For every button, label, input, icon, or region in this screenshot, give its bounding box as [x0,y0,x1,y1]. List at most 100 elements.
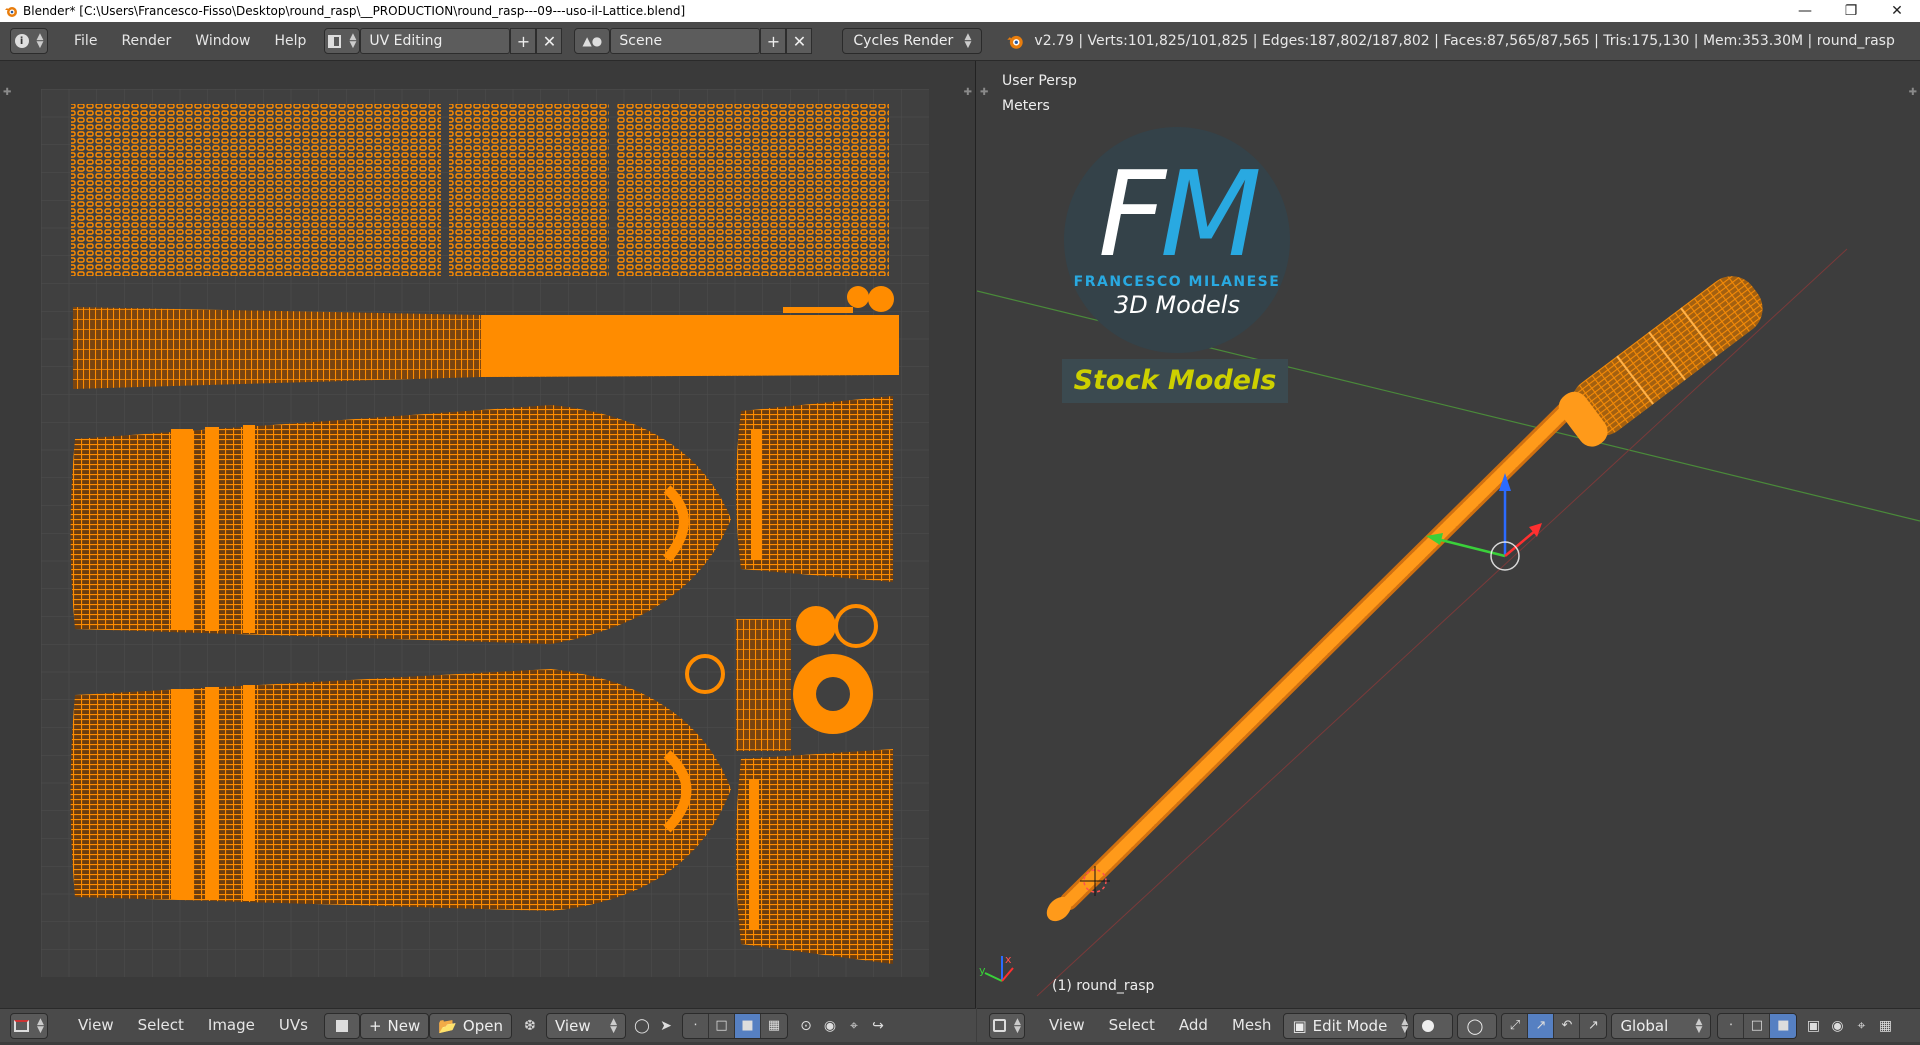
translate-icon[interactable]: ↗ [1528,1013,1555,1038]
face-select-icon[interactable]: ■ [735,1013,761,1038]
shading-dropdown[interactable] [1413,1012,1454,1039]
info-header: i ▲ ▼ File Render Window Help ▲ ▼ UV Editi… [0,22,1920,61]
manipulator-toggle-icon[interactable]: ⤢ [1502,1013,1529,1038]
uv-menu-image[interactable]: Image [196,1006,267,1045]
view-mode-label: View [555,1016,591,1035]
image-browse-icon [335,1019,348,1032]
sync-selection-icon[interactable]: ◯ [630,1014,654,1038]
pivot-dropdown[interactable]: ◯ [1457,1012,1498,1039]
face-mode-icon[interactable]: ■ [1770,1013,1797,1038]
window-title: Blender* [C:\Users\Francesco-Fisso\Deskt… [23,4,686,18]
uv-image-editor[interactable]: ✚ ✚ [0,61,976,1008]
snap-target-icon[interactable]: ▦ [1873,1014,1897,1038]
uv-menu-uvs[interactable]: UVs [267,1006,320,1045]
browse-image-button[interactable] [323,1012,360,1039]
rotate-icon[interactable]: ↶ [1554,1013,1581,1038]
delete-screen-icon[interactable]: ✕ [536,28,563,54]
scene-statistics: v2.79 | Verts:101,825/101,825 | Edges:18… [1034,33,1895,49]
vp-menu-add[interactable]: Add [1167,1006,1220,1045]
uv-canvas[interactable] [41,89,929,977]
editor-type-info-button[interactable]: i ▲ ▼ [10,28,48,54]
island-select-icon[interactable]: ▦ [761,1014,787,1038]
minimize-icon[interactable]: — [1782,0,1828,22]
viewport-header: ▲ ▼ View Select Add Mesh ▣ Edit Mode ▲ ▼ ◯… [977,1008,1920,1042]
edge-select-icon[interactable]: □ [709,1013,735,1038]
logo-banner: Stock Models [1062,359,1288,403]
editor-type-3d-button[interactable]: ▲ ▼ [989,1012,1025,1039]
vp-menu-mesh[interactable]: Mesh [1220,1006,1284,1045]
axis-x-label: x [1005,953,1012,966]
menu-file[interactable]: File [62,22,109,61]
render-engine-label: Cycles Render [853,33,954,49]
edit-mode-icon: ▣ [1292,1016,1307,1035]
chevron-updown-icon: ▲ ▼ [964,32,972,50]
menu-render[interactable]: Render [109,22,183,61]
chevron-updown-icon: ▲ ▼ [37,1016,44,1035]
cursor-icon[interactable]: ➤ [654,1014,678,1038]
vertex-select-icon[interactable]: ⋅ [683,1013,709,1038]
scene-field[interactable]: Scene [610,28,761,54]
vp-menu-view[interactable]: View [1037,1006,1097,1045]
limit-selection-icon[interactable]: ▣ [1801,1014,1825,1038]
chevron-updown-icon: ▲ ▼ [36,32,44,50]
scale-icon[interactable]: ↗ [1580,1014,1606,1038]
new-image-button[interactable]: + New [359,1012,430,1039]
view-name: User Persp [1002,73,1077,89]
uv-editor-header: ▲ ▼ View Select Image UVs + New 📂 Open ❆ … [0,1008,976,1042]
folder-icon: 📂 [438,1016,457,1035]
pin-icon[interactable]: ❆ [518,1014,542,1038]
watermark-logo: FM FRANCESCO MILANESE 3D Models Stock Mo… [1062,127,1292,403]
new-image-label: New [387,1016,421,1035]
uv-menu-view[interactable]: View [66,1006,126,1045]
uv-island-upper-right [736,396,893,582]
3d-viewport[interactable]: y x ✚ ✚ User Persp Meters FM FRANCESCO M… [977,61,1920,1008]
open-image-button[interactable]: 📂 Open [429,1012,512,1039]
region-toggle-right-icon[interactable]: ✚ [1909,87,1917,98]
region-toggle-right-icon[interactable]: ✚ [964,87,972,98]
snap-icon[interactable]: ⌖ [842,1014,866,1038]
window-titlebar: Blender* [C:\Users\Francesco-Fisso\Deskt… [0,0,1920,22]
blender-logo-icon [3,3,19,19]
close-icon[interactable]: ✕ [1874,0,1920,22]
render-engine-dropdown[interactable]: Cycles Render ▲ ▼ [842,28,983,54]
vp-menu-select[interactable]: Select [1097,1006,1167,1045]
pivot-icon[interactable]: ⊙ [794,1014,818,1038]
mode-dropdown[interactable]: ▣ Edit Mode ▲ ▼ [1283,1012,1408,1039]
menu-help[interactable]: Help [262,22,318,61]
scene-icon-button[interactable]: ▲● [574,28,611,54]
info-icon: i [14,34,29,48]
editor-type-image-button[interactable]: ▲ ▼ [10,1012,48,1039]
uv-island-lower-right [736,749,893,964]
plus-icon: + [368,1016,382,1035]
proportional-edit-icon[interactable]: ◉ [818,1014,842,1038]
sticky-select-icon[interactable]: ↪ [866,1014,890,1038]
chevron-updown-icon: ▲ ▼ [610,1016,617,1035]
screen-layout-icon-button[interactable]: ▲ ▼ [324,28,361,54]
orientation-dropdown[interactable]: Global ▲ ▼ [1611,1012,1712,1039]
region-toggle-left-icon[interactable]: ✚ [980,87,988,98]
screen-layout-field[interactable]: UV Editing [360,28,511,54]
mesh-select-mode-group: ⋅ □ ■ [1717,1012,1798,1039]
viewport-info: User Persp Meters [1002,69,1077,119]
chevron-updown-icon: ▲ ▼ [349,32,357,50]
restore-icon[interactable]: ❐ [1828,0,1874,22]
blender-logo-icon [1006,32,1024,50]
snap-magnet-icon[interactable]: ⌖ [1849,1014,1873,1038]
region-toggle-left-icon[interactable]: ✚ [3,87,11,98]
uv-island-lower [70,669,731,911]
proportional-icon[interactable]: ◉ [1825,1014,1849,1038]
image-editor-icon [14,1019,30,1032]
axis-y-label: y [979,964,986,977]
manipulator-group: ⤢ ↗ ↶ ↗ [1501,1012,1608,1039]
add-screen-icon[interactable]: + [510,28,537,54]
active-object-label: (1) round_rasp [1052,978,1155,994]
menu-window[interactable]: Window [183,22,262,61]
vertex-mode-icon[interactable]: ⋅ [1718,1013,1745,1038]
view-axes-widget: y x [979,953,1014,982]
uv-menu-select[interactable]: Select [126,1006,196,1045]
edge-mode-icon[interactable]: □ [1744,1013,1771,1038]
delete-scene-icon[interactable]: ✕ [786,28,813,54]
view-mode-dropdown[interactable]: View ▲ ▼ [546,1012,626,1039]
add-scene-icon[interactable]: + [760,28,787,54]
pivot-point-icon: ◯ [1466,1016,1484,1035]
